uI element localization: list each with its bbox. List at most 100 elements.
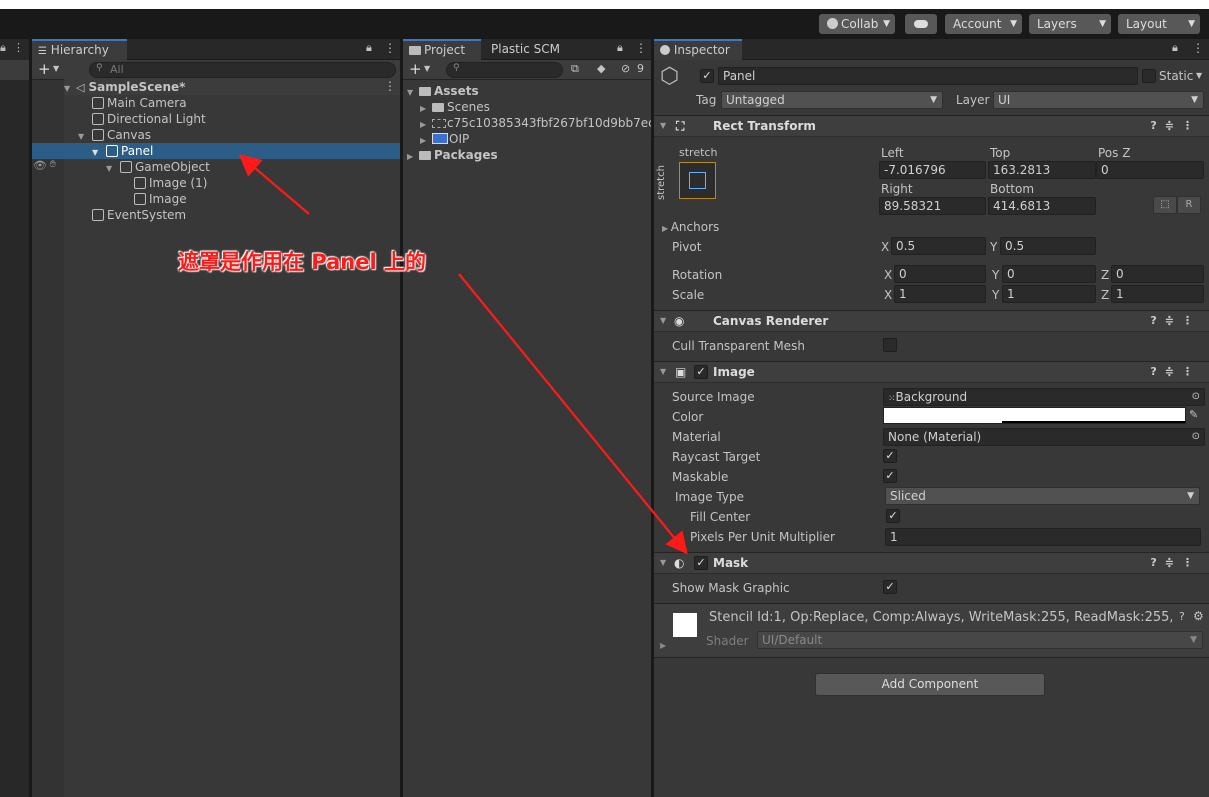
rotation-y-input[interactable]: 0 xyxy=(1002,265,1096,283)
rotation-z-input[interactable]: 0 xyxy=(1111,265,1204,283)
maskable-checkbox[interactable]: ✓ xyxy=(883,469,897,483)
anchors-foldout[interactable]: ▶ Anchors xyxy=(662,220,719,234)
list-item[interactable]: EventSystem xyxy=(92,207,186,223)
lock-icon[interactable]: 🔒︎ xyxy=(617,41,623,55)
component-header-icons[interactable]: ?≑⋮ xyxy=(1150,553,1201,573)
expand-triangle-icon[interactable]: ▶ xyxy=(420,117,432,131)
kebab-menu-icon[interactable]: ⋮ xyxy=(384,79,396,93)
list-item[interactable]: Main Camera xyxy=(92,95,187,111)
tab-plastic-scm[interactable]: Plastic SCM xyxy=(485,39,575,60)
scale-x-input[interactable]: 1 xyxy=(894,285,986,303)
posz-input[interactable]: 0 xyxy=(1096,161,1204,179)
collab-button[interactable]: Collab ▼ xyxy=(819,14,895,34)
gameobject-cube-icon[interactable]: ⬡ xyxy=(660,66,679,88)
right-input[interactable]: 89.58321 xyxy=(879,197,986,215)
selected-row-highlight[interactable] xyxy=(32,143,400,159)
lock-icon[interactable]: 🔒︎ xyxy=(0,41,6,55)
add-component-button[interactable]: Add Component xyxy=(815,673,1045,696)
lock-icon[interactable]: 🔒︎ xyxy=(366,41,372,55)
list-item[interactable]: Directional Light xyxy=(92,111,206,127)
project-search-input[interactable]: ⚲ xyxy=(446,62,563,78)
anchor-preset-button[interactable] xyxy=(679,162,716,199)
active-checkbox[interactable]: ✓ xyxy=(700,69,714,83)
hidden-packages-icon[interactable]: ⊘ xyxy=(621,62,630,75)
list-item-selected[interactable]: ▼ Panel xyxy=(92,143,153,159)
expand-triangle-icon[interactable]: ▶ xyxy=(660,641,666,650)
image-type-dropdown[interactable]: Sliced ▼ xyxy=(885,487,1200,505)
tag-dropdown[interactable]: Untagged ▼ xyxy=(721,91,943,109)
label-tag-icon[interactable]: ◆ xyxy=(597,62,605,75)
cloud-button[interactable] xyxy=(905,14,937,34)
chevron-down-icon[interactable]: ▼ xyxy=(53,64,59,73)
chevron-down-icon[interactable]: ▼ xyxy=(424,64,430,73)
list-item[interactable]: Image (1) xyxy=(134,175,207,191)
raycast-checkbox[interactable]: ✓ xyxy=(883,449,897,463)
static-checkbox[interactable] xyxy=(1142,69,1156,83)
blueprint-mode-button[interactable]: ⬚ xyxy=(1153,196,1177,214)
eyedropper-icon[interactable]: ✎ xyxy=(1189,408,1198,421)
layout-button[interactable]: Layout ▼ xyxy=(1118,14,1200,34)
expand-triangle-icon[interactable]: ▶ xyxy=(407,149,419,165)
tab-hierarchy[interactable]: ☰ Hierarchy xyxy=(32,39,127,60)
kebab-menu-icon[interactable]: ⋮ xyxy=(13,41,24,54)
canvas-renderer-header[interactable]: ▼ ◉ Canvas Renderer ?≑⋮ xyxy=(654,310,1209,332)
list-item[interactable]: ▼ Canvas xyxy=(78,127,151,143)
bottom-input[interactable]: 414.6813 xyxy=(988,197,1096,215)
plus-icon[interactable]: + xyxy=(38,60,51,78)
fill-center-checkbox[interactable]: ✓ xyxy=(886,509,900,523)
expand-triangle-icon[interactable]: ▼ xyxy=(92,145,106,161)
mask-enabled-checkbox[interactable]: ✓ xyxy=(694,556,708,570)
mask-component-header[interactable]: ▼ ◐ ✓ Mask ?≑⋮ xyxy=(654,552,1209,574)
object-picker-icon[interactable]: ⊙ xyxy=(1192,429,1200,445)
list-item[interactable]: ▼ ◁ SampleScene* xyxy=(64,79,185,95)
object-picker-icon[interactable]: ⊙ xyxy=(1192,389,1200,405)
expand-triangle-icon[interactable]: ▼ xyxy=(407,85,419,101)
ppu-input[interactable]: 1 xyxy=(885,528,1201,546)
layers-button[interactable]: Layers ▼ xyxy=(1029,14,1111,34)
left-input[interactable]: -7.016796 xyxy=(879,161,986,179)
layer-dropdown[interactable]: UI ▼ xyxy=(993,91,1204,109)
color-swatch[interactable] xyxy=(883,407,1186,424)
component-header-icons[interactable]: ?≑⋮ xyxy=(1150,116,1201,136)
raw-edit-button[interactable]: R xyxy=(1177,196,1201,214)
list-item[interactable]: Image xyxy=(134,191,187,207)
top-input[interactable]: 163.2813 xyxy=(988,161,1096,179)
kebab-menu-icon[interactable]: ⋮ xyxy=(384,41,396,55)
plus-icon[interactable]: + xyxy=(409,60,422,78)
kebab-menu-icon[interactable]: ⋮ xyxy=(1192,41,1204,55)
help-icon[interactable]: ? xyxy=(1179,610,1185,623)
gear-icon[interactable]: ⚙ xyxy=(1193,609,1204,623)
tree-item-scenes[interactable]: ▶ Scenes xyxy=(420,99,490,115)
scale-y-input[interactable]: 1 xyxy=(1002,285,1096,303)
kebab-menu-icon[interactable]: ⋮ xyxy=(635,41,647,55)
tree-item-assets[interactable]: ▼ Assets xyxy=(407,83,479,99)
pivot-x-input[interactable]: 0.5 xyxy=(891,237,986,255)
scale-z-input[interactable]: 1 xyxy=(1111,285,1204,303)
tree-item-packages[interactable]: ▶ Packages xyxy=(407,147,498,163)
shader-dropdown[interactable]: UI/Default ▼ xyxy=(757,631,1203,649)
cull-checkbox[interactable] xyxy=(883,338,897,352)
tab-project[interactable]: Project xyxy=(403,39,481,60)
component-header-icons[interactable]: ?≑⋮ xyxy=(1150,362,1201,382)
expand-triangle-icon[interactable]: ▼ xyxy=(106,161,120,177)
hierarchy-search-input[interactable]: ⚲ All xyxy=(89,62,396,78)
hand-pickable-icon[interactable]: ✋︎ xyxy=(50,159,56,170)
rotation-x-input[interactable]: 0 xyxy=(894,265,986,283)
image-enabled-checkbox[interactable]: ✓ xyxy=(694,365,708,379)
image-component-header[interactable]: ▼ ▣ ✓ Image ?≑⋮ xyxy=(654,361,1209,383)
chevron-down-icon[interactable]: ▼ xyxy=(1196,71,1202,80)
tree-item-asset[interactable]: ▶ c75c10385343fbf267bf10d9bb7eca xyxy=(420,115,651,131)
list-item[interactable]: ▼ GameObject xyxy=(106,159,210,175)
expand-triangle-icon[interactable]: ▼ xyxy=(64,81,76,97)
filter-by-type-icon[interactable]: ⧉ xyxy=(571,62,579,76)
account-button[interactable]: Account ▼ xyxy=(945,14,1022,34)
component-header-icons[interactable]: ?≑⋮ xyxy=(1150,311,1201,331)
object-name-input[interactable]: Panel xyxy=(718,67,1138,85)
show-mask-graphic-checkbox[interactable]: ✓ xyxy=(883,580,897,594)
eye-icon[interactable]: 👁︎ xyxy=(33,159,47,172)
rect-transform-header[interactable]: ▼ ⛶ Rect Transform ?≑⋮ xyxy=(654,115,1209,137)
lock-icon[interactable]: 🔒︎ xyxy=(1172,41,1178,55)
source-image-field[interactable]: ⁙Background ⊙ xyxy=(883,388,1205,406)
material-field[interactable]: None (Material) ⊙ xyxy=(883,428,1205,446)
tree-item-oip[interactable]: ▶ OIP xyxy=(420,131,469,147)
